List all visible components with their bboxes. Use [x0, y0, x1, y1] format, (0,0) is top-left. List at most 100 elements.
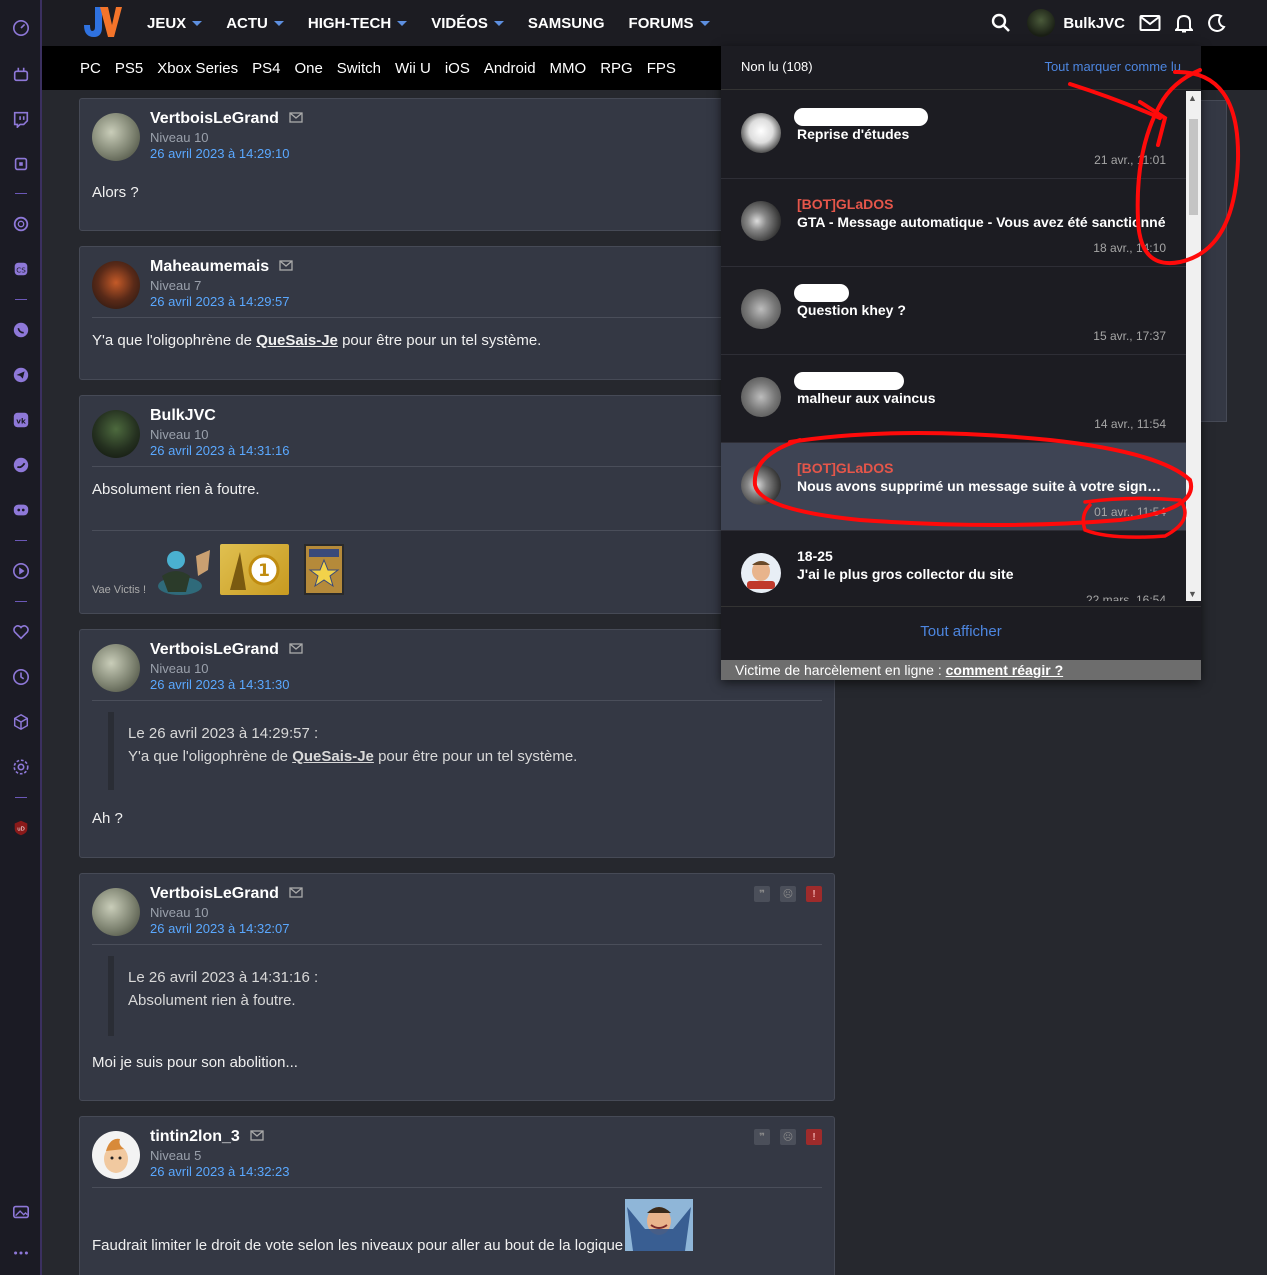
- post-author[interactable]: VertboisLeGrand: [150, 885, 279, 903]
- chevron-down-icon: [397, 20, 408, 26]
- nav-samsung[interactable]: SAMSUNG: [528, 15, 605, 32]
- platform-android[interactable]: Android: [484, 60, 536, 77]
- mail-icon[interactable]: [289, 885, 303, 903]
- avatar[interactable]: [92, 261, 140, 309]
- mail-icon[interactable]: [250, 1128, 264, 1146]
- notification-item[interactable]: 18-25 J'ai le plus gros collector du sit…: [721, 531, 1186, 601]
- scroll-down-icon[interactable]: ▼: [1188, 589, 1197, 599]
- ublock-icon[interactable]: uD: [11, 818, 31, 838]
- gallery-icon[interactable]: [11, 1202, 31, 1222]
- gaming-icon[interactable]: [11, 64, 31, 84]
- jv-logo[interactable]: [80, 5, 122, 39]
- nav-forums[interactable]: FORUMS: [629, 15, 710, 32]
- nav-jeux[interactable]: JEUX: [147, 15, 203, 32]
- notification-item[interactable]: [BOT]GLaDOS GTA - Message automatique - …: [721, 179, 1186, 267]
- twitch-icon[interactable]: [11, 109, 31, 129]
- post-author[interactable]: Maheaumemais: [150, 258, 269, 276]
- platform-xbox-series[interactable]: Xbox Series: [157, 60, 238, 77]
- chatsonic-icon[interactable]: CS: [11, 259, 31, 279]
- whatsapp-icon[interactable]: [11, 320, 31, 340]
- player-icon[interactable]: [11, 561, 31, 581]
- platform-ios[interactable]: iOS: [445, 60, 470, 77]
- chevron-down-icon: [273, 20, 284, 26]
- report-icon[interactable]: !: [806, 886, 822, 902]
- platform-mmo[interactable]: MMO: [550, 60, 587, 77]
- platform-rpg[interactable]: RPG: [600, 60, 633, 77]
- mail-icon[interactable]: [289, 110, 303, 128]
- user-link[interactable]: QueSais-Je: [292, 748, 374, 765]
- notifications-scrollbar[interactable]: ▲ ▼: [1186, 91, 1201, 601]
- signature-sticker: [150, 546, 216, 596]
- post-author[interactable]: BulkJVC: [150, 407, 216, 425]
- svg-text:uD: uD: [17, 827, 25, 833]
- notifications-list[interactable]: Reprise d'études 21 avr., 11:01 [BOT]GLa…: [721, 91, 1186, 601]
- scroll-up-icon[interactable]: ▲: [1188, 93, 1197, 103]
- forum-post: VertboisLeGrand Niveau 10 26 avril 2023 …: [79, 873, 835, 1101]
- user-menu[interactable]: BulkJVC: [1027, 9, 1125, 37]
- platform-pc[interactable]: PC: [80, 60, 101, 77]
- notification-time: 01 avr., 11:54: [1094, 505, 1166, 519]
- quote-icon[interactable]: ❞: [754, 886, 770, 902]
- show-all-link[interactable]: Tout afficher: [721, 623, 1201, 640]
- platform-ps5[interactable]: PS5: [115, 60, 143, 77]
- post-author[interactable]: VertboisLeGrand: [150, 641, 279, 659]
- post-author[interactable]: tintin2lon_3: [150, 1128, 240, 1146]
- avatar[interactable]: [92, 113, 140, 161]
- report-icon[interactable]: !: [806, 1129, 822, 1145]
- user-link[interactable]: QueSais-Je: [256, 332, 338, 349]
- telegram-icon[interactable]: [11, 365, 31, 385]
- search-icon[interactable]: [991, 13, 1011, 33]
- sad-face-icon[interactable]: ☹: [780, 1129, 796, 1145]
- avatar[interactable]: [92, 888, 140, 936]
- avatar: [1027, 9, 1056, 37]
- post-author[interactable]: VertboisLeGrand: [150, 110, 279, 128]
- mark-all-read-link[interactable]: Tout marquer comme lu: [1044, 59, 1181, 74]
- mail-icon[interactable]: [1139, 14, 1161, 32]
- scrollbar-thumb[interactable]: [1189, 119, 1198, 215]
- post-date[interactable]: 26 avril 2023 à 14:29:57: [150, 294, 290, 309]
- harassment-link[interactable]: comment réagir ?: [946, 662, 1063, 678]
- vk-icon[interactable]: vk: [11, 410, 31, 430]
- avatar: [741, 289, 781, 329]
- platform-switch[interactable]: Switch: [337, 60, 381, 77]
- nav-high-tech[interactable]: HIGH-TECH: [308, 15, 408, 32]
- chatgpt-icon[interactable]: [11, 214, 31, 234]
- discord-icon[interactable]: [11, 500, 31, 520]
- heart-icon[interactable]: [11, 622, 31, 642]
- nav-videos[interactable]: VIDÉOS: [431, 15, 504, 32]
- avatar[interactable]: [92, 644, 140, 692]
- avatar[interactable]: [92, 410, 140, 458]
- platform-fps[interactable]: FPS: [647, 60, 676, 77]
- mail-icon[interactable]: [289, 641, 303, 659]
- sad-face-icon[interactable]: ☹: [780, 886, 796, 902]
- more-icon[interactable]: [11, 1243, 31, 1263]
- post-date[interactable]: 26 avril 2023 à 14:31:16: [150, 443, 290, 458]
- post-date[interactable]: 26 avril 2023 à 14:29:10: [150, 146, 290, 161]
- dark-mode-icon[interactable]: [1207, 13, 1227, 33]
- post-date[interactable]: 26 avril 2023 à 14:31:30: [150, 677, 290, 692]
- notification-item[interactable]: malheur aux vaincus 14 avr., 11:54: [721, 355, 1186, 443]
- avatar[interactable]: [92, 1131, 140, 1179]
- platform-ps4[interactable]: PS4: [252, 60, 280, 77]
- gx-corner-icon[interactable]: [11, 154, 31, 174]
- avatar: [741, 465, 781, 505]
- twitter-icon[interactable]: [11, 455, 31, 475]
- notification-item[interactable]: [BOT]GLaDOS Nous avons supprimé un messa…: [721, 443, 1186, 531]
- post-date[interactable]: 26 avril 2023 à 14:32:07: [150, 921, 290, 936]
- quote-header: Le 26 avril 2023 à 14:29:57 :: [128, 725, 319, 742]
- nav-actu[interactable]: ACTU: [226, 15, 284, 32]
- speed-dial-icon[interactable]: [11, 18, 31, 38]
- platform-one[interactable]: One: [294, 60, 322, 77]
- notification-item[interactable]: Reprise d'études 21 avr., 11:01: [721, 91, 1186, 179]
- history-icon[interactable]: [11, 667, 31, 687]
- quote-icon[interactable]: ❞: [754, 1129, 770, 1145]
- notification-item[interactable]: Question khey ? 15 avr., 17:37: [721, 267, 1186, 355]
- post-date[interactable]: 26 avril 2023 à 14:32:23: [150, 1164, 290, 1179]
- sticker-image: [625, 1199, 693, 1251]
- post-actions: ❞ ☹ !: [744, 886, 822, 902]
- mail-icon[interactable]: [279, 258, 293, 276]
- cube-icon[interactable]: [11, 712, 31, 732]
- settings-icon[interactable]: [11, 757, 31, 777]
- platform-wii-u[interactable]: Wii U: [395, 60, 431, 77]
- bell-icon[interactable]: [1175, 13, 1193, 33]
